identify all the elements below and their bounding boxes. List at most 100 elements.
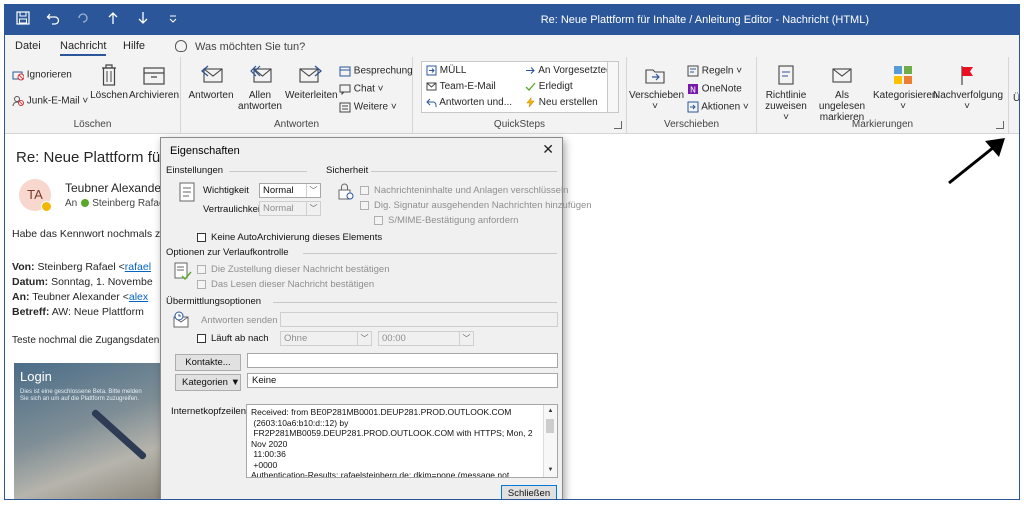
follow-up-label: Nachverfolgung [933, 90, 1004, 101]
tab-hilfe[interactable]: Hilfe [123, 40, 145, 52]
undo-icon[interactable] [45, 11, 61, 30]
security-lock-icon [338, 183, 354, 200]
quickstep-reply-delete[interactable]: Antworten und... [426, 97, 512, 108]
dialog-title: Eigenschaften [170, 145, 240, 157]
delete-label: Löschen [90, 90, 128, 101]
folder-move-icon [426, 65, 437, 76]
group-quicksteps: MÜLL Team-E-Mail Antworten und... An Vor… [413, 57, 627, 133]
message-subject: Re: Neue Plattform fü [16, 149, 161, 166]
arrow-up-icon[interactable] [105, 11, 121, 30]
tab-datei[interactable]: Datei [15, 40, 41, 52]
recipient-name[interactable]: Steinberg Rafae [92, 198, 164, 209]
read-receipt-checkbox[interactable] [197, 280, 206, 289]
quicksteps-scrollbar[interactable] [607, 62, 618, 112]
signature-checkbox[interactable] [360, 201, 369, 210]
ribbon-cut-label: Üb [1013, 93, 1020, 104]
login-text: Dies ist eine geschlossene Beta. Bitte m… [20, 389, 142, 402]
importance-select[interactable]: Normal ﹀ [259, 183, 321, 198]
follow-up-button[interactable]: Nachverfolgung ˅ [933, 63, 1004, 112]
save-icon[interactable] [15, 11, 31, 30]
reply-to-input[interactable] [280, 312, 558, 327]
scroll-up-icon[interactable]: ▲ [544, 406, 557, 417]
envelope-icon [426, 82, 437, 91]
delete-button[interactable]: Löschen [89, 63, 129, 101]
actions-button[interactable]: Aktionen ˅ [687, 101, 749, 113]
settings-header: Einstellungen [166, 165, 224, 176]
chat-label: Chat [353, 83, 375, 95]
lightning-icon [526, 97, 535, 108]
redo-icon[interactable] [75, 11, 91, 30]
expires-checkbox[interactable] [197, 334, 206, 343]
contacts-button[interactable]: Kontakte... [175, 354, 241, 371]
delivery-envelope-clock-icon [173, 311, 189, 328]
reply-all-button[interactable]: Allen antworten [235, 63, 285, 112]
ignore-button[interactable]: Ignorieren [12, 69, 72, 81]
sensitivity-select[interactable]: Normal ﹀ [259, 201, 321, 216]
expires-time-select[interactable]: 00:00 ﹀ [378, 331, 474, 346]
reply-button[interactable]: Antworten [187, 63, 235, 101]
date-label: Datum: [12, 276, 49, 288]
quickstep-team-email[interactable]: Team-E-Mail [426, 81, 496, 92]
meeting-button[interactable]: Besprechung [339, 65, 413, 77]
assign-policy-button[interactable]: Richtlinie zuweisen ˅ [761, 63, 811, 123]
rules-button[interactable]: Regeln ˅ [687, 65, 742, 77]
no-autoarchive-checkbox[interactable] [197, 233, 206, 242]
more-respond-button[interactable]: Weitere ˅ [339, 101, 397, 113]
encrypt-checkbox[interactable] [360, 186, 369, 195]
from-link[interactable]: rafael [125, 261, 151, 273]
contacts-input[interactable] [247, 353, 558, 368]
categorize-label: Kategorisieren [873, 90, 938, 101]
tab-nachricht[interactable]: Nachricht [60, 40, 107, 56]
close-icon[interactable]: ✕ [542, 141, 554, 158]
categories-button[interactable]: Kategorien ▼ [175, 374, 241, 391]
an-link[interactable]: alex [129, 291, 148, 303]
trash-icon [102, 64, 116, 86]
quickstep-manager[interactable]: An Vorgesetzte(n) [525, 65, 618, 76]
move-folder-icon [645, 69, 665, 84]
group-label-verschieben: Verschieben [663, 119, 720, 130]
recipient-line: An Steinberg Rafae [65, 198, 165, 209]
mark-unread-button[interactable]: Als ungelesen markieren [813, 63, 871, 123]
smime-checkbox[interactable] [374, 216, 383, 225]
move-button[interactable]: Verschieben ˅ [629, 63, 684, 112]
group-markierungen: Richtlinie zuweisen ˅ Als ungelesen markie… [757, 57, 1009, 133]
security-divider [371, 171, 557, 172]
quickstep-done[interactable]: Erledigt [525, 81, 573, 92]
customize-toolbar-icon[interactable] [165, 11, 181, 30]
forward-icon [299, 65, 323, 83]
archive-button[interactable]: Archivieren [129, 63, 179, 101]
categories-input[interactable]: Keine [247, 373, 558, 388]
junk-email-button[interactable]: Junk-E-Mail ˅ [12, 95, 88, 107]
delivery-header: Übermittlungsoptionen [166, 296, 262, 307]
forward-button[interactable]: Weiterleiten [285, 63, 338, 101]
quickstep-create-new[interactable]: Neu erstellen [525, 97, 598, 108]
chevron-down-icon: ﹀ [357, 332, 371, 345]
expires-date-select[interactable]: Ohne ﹀ [280, 331, 372, 346]
group-label-antworten: Antworten [273, 119, 320, 130]
delivery-divider [273, 302, 557, 303]
forward-label: Weiterleiten [285, 90, 338, 101]
scroll-down-icon[interactable]: ▼ [544, 465, 557, 476]
tell-me-search[interactable]: Was möchten Sie tun? [175, 40, 305, 53]
chat-button[interactable]: Chat ˅ [339, 83, 384, 95]
avatar-initials: TA [27, 187, 43, 202]
headers-scrollbar[interactable]: ▲ ▼ [543, 405, 557, 477]
lightbulb-icon [175, 40, 187, 52]
quoted-date: Datum: Sonntag, 1. Novembe [12, 276, 153, 288]
close-button[interactable]: Schließen [501, 485, 557, 499]
delivery-receipt-checkbox[interactable] [197, 265, 206, 274]
sender-name[interactable]: Teubner Alexande [65, 181, 161, 195]
categorize-button[interactable]: Kategorisieren ˅ [873, 63, 937, 112]
actions-label: Aktionen [701, 101, 741, 113]
quickstep-muell[interactable]: MÜLL [426, 65, 466, 76]
onenote-icon: N [688, 84, 698, 95]
tell-me-text: Was möchten Sie tun? [195, 41, 306, 53]
body-text: Teste nochmal die Zugangsdaten v [12, 335, 168, 346]
window-title: Re: Neue Plattform für Inhalte / Anleitu… [540, 14, 869, 26]
policy-label-2: zuweisen [765, 101, 807, 112]
scroll-thumb[interactable] [546, 419, 554, 433]
onenote-button[interactable]: N OneNote [687, 83, 742, 95]
avatar[interactable]: TA [19, 179, 52, 212]
arrow-down-icon[interactable] [135, 11, 151, 30]
internet-headers-box[interactable]: Received: from BE0P281MB0001.DEUP281.PRO… [246, 404, 558, 478]
